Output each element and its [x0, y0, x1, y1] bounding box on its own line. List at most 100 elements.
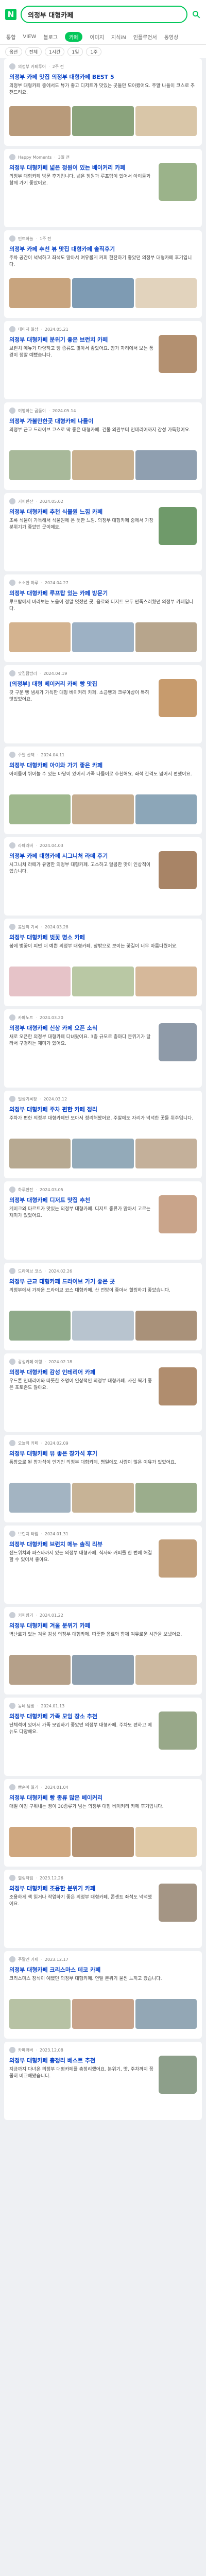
author-name[interactable]: 하루한잔: [18, 1187, 33, 1193]
result-thumbnail[interactable]: [9, 1311, 71, 1341]
result-card[interactable]: 힐링타임 · 2023.12.26 의정부 대형카페 조용한 분위기 카페 조용하…: [4, 1870, 202, 1948]
result-card[interactable]: 주말 산책 · 2024.04.11 의정부 대형카페 아이와 가기 좋은 카페…: [4, 747, 202, 834]
result-thumbnail[interactable]: [135, 1655, 197, 1685]
tab-0[interactable]: 통합: [6, 33, 15, 41]
result-card[interactable]: 맛집탐방러 · 2024.04.19 [의정부] 대형 베이커리 카페 빵 맛집…: [4, 665, 202, 743]
result-thumbnail[interactable]: [135, 622, 197, 652]
result-thumbnail[interactable]: [72, 1999, 134, 2029]
result-card[interactable]: 동네 탐방 · 2024.01.13 의정부 대형카페 가족 모임 장소 추천 단…: [4, 1698, 202, 1776]
filter-chip[interactable]: 1일: [67, 47, 83, 56]
tab-4[interactable]: 이미지: [90, 33, 104, 41]
result-thumbnail[interactable]: [159, 1195, 197, 1233]
result-thumbnail[interactable]: [72, 794, 134, 824]
result-thumbnail[interactable]: [159, 163, 197, 201]
result-title[interactable]: 의정부 카페 추천 뷰 맛집 대형카페 솔직후기: [9, 245, 197, 253]
result-thumbnail[interactable]: [159, 851, 197, 889]
result-title[interactable]: 의정부 대형카페 벚꽃 명소 카페: [9, 934, 197, 941]
result-title[interactable]: 의정부 가볼만한곳 대형카페 나들이: [9, 417, 197, 425]
result-thumbnail[interactable]: [159, 679, 197, 717]
result-title[interactable]: 의정부 대형카페 겨울 분위기 카페: [9, 1622, 197, 1630]
author-name[interactable]: 카페노트: [18, 1015, 33, 1021]
tab-3[interactable]: 카페: [65, 31, 83, 42]
result-thumbnail[interactable]: [135, 794, 197, 824]
result-card[interactable]: 일상기록장 · 2024.03.12 의정부 대형카페 주차 편한 카페 정리 주…: [4, 1091, 202, 1178]
author-name[interactable]: 커피향기: [18, 1613, 33, 1618]
result-card[interactable]: 카페러버 · 2023.12.08 의정부 대형카페 총정리 베스트 추천 지금까…: [4, 2042, 202, 2120]
author-name[interactable]: 카페러버: [18, 2047, 33, 2053]
result-title[interactable]: 의정부 근교 대형카페 드라이브 가기 좋은 곳: [9, 1278, 197, 1285]
result-card[interactable]: 데이지 일상 · 2024.05.21 의정부 대형카페 분위기 좋은 브런치 …: [4, 321, 202, 399]
tab-2[interactable]: 블로그: [43, 33, 58, 41]
result-title[interactable]: 의정부 대형카페 신상 카페 오픈 소식: [9, 1024, 154, 1032]
author-name[interactable]: 오늘의 카페: [18, 1440, 38, 1446]
result-title[interactable]: 의정부 대형카페 감성 인테리어 카페: [9, 1368, 154, 1376]
result-thumbnail[interactable]: [159, 1539, 197, 1578]
author-name[interactable]: 맛집탐방러: [18, 671, 37, 676]
result-title[interactable]: 의정부 대형카페 추천 식물원 느낌 카페: [9, 508, 154, 516]
result-thumbnail[interactable]: [72, 1483, 134, 1513]
result-thumbnail[interactable]: [72, 1655, 134, 1685]
filter-chip[interactable]: 1주: [86, 47, 102, 56]
filter-chip[interactable]: 1시간: [45, 47, 65, 56]
result-title[interactable]: 의정부 대형카페 분위기 좋은 브런치 카페: [9, 336, 154, 344]
result-card[interactable]: 오늘의 카페 · 2024.02.09 의정부 대형카페 뷰 좋은 창가석 후기…: [4, 1435, 202, 1522]
result-title[interactable]: 의정부 카페 대형카페 시그니처 라떼 후기: [9, 852, 154, 860]
result-thumbnail[interactable]: [159, 1884, 197, 1922]
result-title[interactable]: 의정부 카페 맛집 의정부 대형카페 BEST 5: [9, 73, 197, 81]
result-thumbnail[interactable]: [135, 450, 197, 480]
author-name[interactable]: 빵순이 일기: [18, 1785, 38, 1790]
result-thumbnail[interactable]: [9, 1999, 71, 2029]
result-thumbnail[interactable]: [9, 1139, 71, 1168]
author-name[interactable]: 커피한잔: [18, 499, 33, 504]
tab-5[interactable]: 지식iN: [111, 33, 126, 41]
author-name[interactable]: 일상기록장: [18, 1096, 37, 1102]
result-thumbnail[interactable]: [72, 1827, 134, 1857]
result-thumbnail[interactable]: [135, 1139, 197, 1168]
result-card[interactable]: 봄날의 기록 · 2024.03.28 의정부 대형카페 벚꽃 명소 카페 봄에 …: [4, 919, 202, 1006]
result-thumbnail[interactable]: [9, 794, 71, 824]
naver-logo[interactable]: N: [5, 9, 16, 20]
result-title[interactable]: 의정부 대형카페 루프탑 있는 카페 방문기: [9, 589, 197, 597]
result-card[interactable]: 브런치 타임 · 2024.01.31 의정부 대형카페 브런치 메뉴 솔직 리…: [4, 1526, 202, 1604]
result-thumbnail[interactable]: [159, 507, 197, 545]
author-name[interactable]: 라떼러버: [18, 843, 33, 849]
result-card[interactable]: Happy Moments · 3일 전 의정부 대형카페 넓은 정원이 있는 …: [4, 149, 202, 227]
author-name[interactable]: 의정부 카페투어: [18, 64, 46, 70]
search-icon[interactable]: [192, 10, 201, 19]
author-name[interactable]: 주말엔 카페: [18, 1957, 38, 1962]
search-input[interactable]: 의정부 대형카페: [21, 6, 187, 23]
result-thumbnail[interactable]: [72, 622, 134, 652]
result-thumbnail[interactable]: [159, 2056, 197, 2094]
result-thumbnail[interactable]: [72, 106, 134, 136]
result-card[interactable]: 여행하는 곰돌이 · 2024.05.14 의정부 가볼만한곳 대형카페 나들이…: [4, 402, 202, 490]
result-card[interactable]: 소소한 하루 · 2024.04.27 의정부 대형카페 루프탑 있는 카페 방…: [4, 574, 202, 662]
result-thumbnail[interactable]: [135, 1483, 197, 1513]
result-card[interactable]: 드라이브 코스 · 2024.02.26 의정부 근교 대형카페 드라이브 가기…: [4, 1263, 202, 1350]
result-thumbnail[interactable]: [135, 278, 197, 308]
result-title[interactable]: 의정부 대형카페 크리스마스 데코 카페: [9, 1966, 197, 1974]
result-thumbnail[interactable]: [72, 450, 134, 480]
result-title[interactable]: [의정부] 대형 베이커리 카페 빵 맛집: [9, 680, 154, 688]
result-thumbnail[interactable]: [9, 967, 71, 996]
result-thumbnail[interactable]: [72, 1311, 134, 1341]
author-name[interactable]: 감성카페 여행: [18, 1359, 42, 1365]
result-thumbnail[interactable]: [135, 106, 197, 136]
result-title[interactable]: 의정부 대형카페 주차 편한 카페 정리: [9, 1106, 197, 1113]
result-thumbnail[interactable]: [9, 278, 71, 308]
author-name[interactable]: 주말 산책: [18, 752, 35, 758]
result-thumbnail[interactable]: [135, 967, 197, 996]
result-title[interactable]: 의정부 대형카페 가족 모임 장소 추천: [9, 1713, 154, 1720]
result-thumbnail[interactable]: [135, 1311, 197, 1341]
result-thumbnail[interactable]: [9, 1827, 71, 1857]
result-card[interactable]: 커피향기 · 2024.01.22 의정부 대형카페 겨울 분위기 카페 벽난로가…: [4, 1607, 202, 1694]
author-name[interactable]: 드라이브 코스: [18, 1268, 42, 1274]
result-card[interactable]: 의정부 카페투어 · 2주 전 의정부 카페 맛집 의정부 대형카페 BEST …: [4, 58, 202, 146]
tab-6[interactable]: 인플루언서: [133, 33, 157, 41]
result-card[interactable]: 라떼러버 · 2024.04.03 의정부 카페 대형카페 시그니처 라떼 후기…: [4, 837, 202, 916]
result-thumbnail[interactable]: [159, 335, 197, 373]
author-name[interactable]: 여행하는 곰돌이: [18, 408, 46, 414]
tab-1[interactable]: VIEW: [23, 34, 36, 40]
result-card[interactable]: 커피한잔 · 2024.05.02 의정부 대형카페 추천 식물원 느낌 카페 초…: [4, 493, 202, 571]
result-title[interactable]: 의정부 대형카페 뷰 좋은 창가석 후기: [9, 1450, 197, 1458]
filter-chip[interactable]: 전체: [25, 47, 42, 56]
